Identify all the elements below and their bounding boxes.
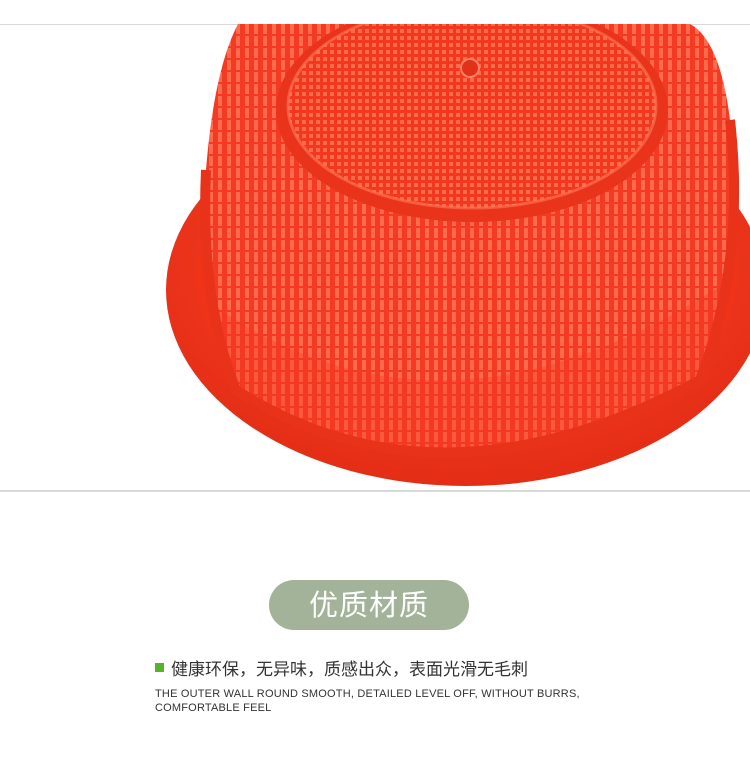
bullet-icon	[155, 662, 164, 672]
center-dimple	[460, 58, 480, 78]
product-photo	[0, 0, 750, 492]
feature-text-cn: 健康环保，无异味，质感出众，表面光滑无毛刺	[171, 659, 528, 680]
feature-line: 健康环保，无异味，质感出众，表面光滑无毛刺	[155, 655, 528, 680]
basket-illustration	[0, 0, 750, 492]
feature-text-en: THE OUTER WALL ROUND SMOOTH, DETAILED LE…	[155, 688, 580, 714]
section-badge: 优质材质	[269, 580, 469, 630]
